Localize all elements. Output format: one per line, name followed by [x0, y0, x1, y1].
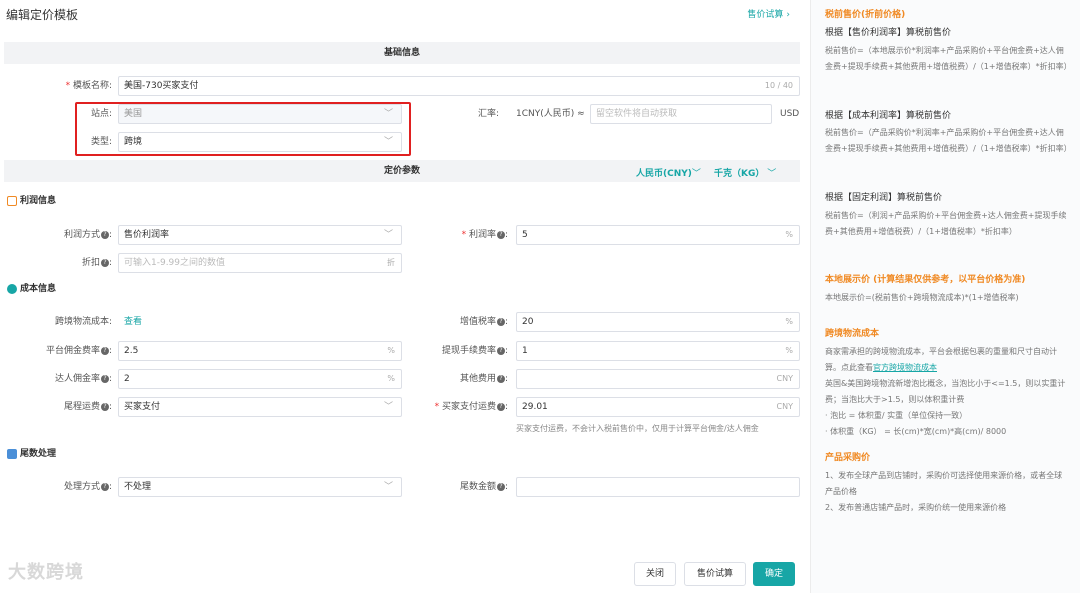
chevron-down-icon: ﹀ — [383, 402, 393, 412]
sidebar-title-pretax: 税前售价(折前价格) — [825, 10, 906, 20]
weight-unit-select[interactable]: 千克（KG） ﹀ — [714, 166, 776, 179]
chevron-down-icon: ﹀ — [383, 482, 393, 492]
help-icon: ? — [496, 346, 505, 355]
sidebar-heading-3: 根据【固定利润】算税前售价 — [825, 193, 943, 203]
rounding-amount-input[interactable] — [516, 477, 800, 497]
platform-fee-input[interactable]: 2.5% — [118, 341, 402, 361]
help-icon: ? — [496, 402, 505, 411]
official-logistics-link[interactable]: 官方跨境物流成本 — [873, 363, 937, 372]
page-title: 编辑定价模板 — [6, 8, 79, 22]
help-icon: ? — [496, 317, 505, 326]
sidebar-formula-local: 本地展示价=(税前售价+跨境物流成本)*(1+增值税率) — [825, 293, 1019, 302]
main-panel: 编辑定价模板 售价试算 › 基础信息 * 模板名称: 美国-730买家支付 10 /… — [0, 0, 808, 593]
discount-input[interactable]: 可输入1-9.99之间的数值折 — [118, 253, 402, 273]
logistics-cost-label: 跨境物流成本: — [54, 317, 112, 327]
profit-section-title: 利润信息 — [7, 194, 56, 208]
rounding-amount-label: 尾数金额?: — [459, 482, 508, 492]
last-mile-label: 尾程运费?: — [63, 402, 112, 412]
close-button[interactable]: 关闭 — [634, 562, 676, 586]
confirm-button[interactable]: 确定 — [753, 562, 795, 586]
sidebar-logistics-text: 商家需承担的跨境物流成本，平台会根据包裹的重量和尺寸自动计算。点此查看官方跨境物… — [825, 347, 1066, 436]
exchange-rate-text: 1CNY(人民币) ≈ — [516, 109, 585, 119]
price-trial-button[interactable]: 售价试算 — [684, 562, 746, 586]
buyer-shipping-input[interactable]: 29.01 CNY — [516, 397, 800, 417]
view-logistics-link[interactable]: 查看 — [124, 312, 142, 332]
sidebar-formula-1: 税前售价=（本地展示价*利润率+产品采购价+平台佣金费+达人佣金费+提现手续费+… — [825, 46, 1072, 71]
last-mile-select[interactable]: 买家支付 ﹀ — [118, 397, 402, 417]
withdraw-fee-input[interactable]: 1% — [516, 341, 800, 361]
rounding-section-title: 尾数处理 — [7, 447, 56, 461]
profit-method-label: 利润方式?: — [63, 230, 112, 240]
vat-input[interactable]: 20% — [516, 312, 800, 332]
other-fee-label: 其他费用?: — [459, 374, 508, 384]
price-trial-link-label: 售价试算 — [747, 10, 784, 20]
help-icon: ? — [496, 230, 505, 239]
profit-method-select[interactable]: 售价利润率 ﹀ — [118, 225, 402, 245]
basic-info-band: 基础信息 — [4, 42, 800, 64]
exchange-rate-input[interactable]: 留空软件将自动获取 — [590, 104, 772, 124]
profit-rate-label: * 利润率?: — [461, 230, 508, 240]
watermark: 大数跨境 — [8, 562, 84, 583]
influencer-rate-label: 达人佣金率?: — [54, 374, 112, 384]
help-icon: ? — [100, 374, 109, 383]
help-icon: ? — [100, 402, 109, 411]
other-fee-input[interactable]: CNY — [516, 369, 800, 389]
sidebar-title-local: 本地展示价 (计算结果仅供参考，以平台价格为准) — [825, 275, 1026, 285]
sidebar-title-purchase: 产品采购价 — [825, 453, 871, 463]
cost-icon — [7, 283, 17, 294]
template-name-label: * 模板名称: — [65, 81, 112, 91]
discount-label: 折扣?: — [81, 258, 112, 268]
cost-section-title: 成本信息 — [7, 282, 56, 296]
sidebar-heading-1: 根据【售价利润率】算税前售价 — [825, 28, 952, 38]
influencer-rate-input[interactable]: 2% — [118, 369, 402, 389]
help-icon: ? — [100, 482, 109, 491]
sidebar-formula-2: 税前售价=（产品采购价*利润率+产品采购价+平台佣金费+达人佣金费+提现手续费+… — [825, 128, 1072, 153]
char-counter: 10 / 40 — [764, 81, 793, 90]
sidebar-heading-2: 根据【成本利润率】算税前售价 — [825, 111, 952, 121]
help-icon: ? — [100, 346, 109, 355]
price-trial-link[interactable]: 售价试算 › — [747, 7, 790, 20]
withdraw-fee-label: 提现手续费率?: — [441, 346, 508, 356]
sidebar-purchase-text: 1、发布全球产品到店铺时，采购价可选择使用来源价格，或者全球产品价格 2、发布普通… — [825, 471, 1063, 512]
help-icon: ? — [100, 230, 109, 239]
currency-select[interactable]: 人民币(CNY)﹀ — [636, 166, 701, 179]
rounding-method-select[interactable]: 不处理 ﹀ — [118, 477, 402, 497]
sidebar-formula-3: 税前售价=（利润+产品采购价+平台佣金费+达人佣金费+提现手续费+其他费用+增值… — [825, 211, 1067, 236]
help-icon: ? — [496, 374, 505, 383]
help-sidebar: 税前售价(折前价格) 根据【售价利润率】算税前售价 税前售价=（本地展示价*利润… — [810, 0, 1080, 593]
chevron-right-icon: › — [786, 10, 790, 20]
profit-rate-input[interactable]: 5% — [516, 225, 800, 245]
vat-label: 增值税率?: — [459, 317, 508, 327]
rounding-method-label: 处理方式?: — [63, 482, 112, 492]
buyer-shipping-hint: 买家支付运费，不会计入税前售价中，仅用于计算平台佣金/达人佣金 — [516, 424, 759, 433]
buyer-shipping-label: * 买家支付运费?: — [434, 402, 508, 412]
chevron-down-icon: ﹀ — [383, 230, 393, 240]
exchange-rate-unit: USD — [780, 109, 800, 119]
platform-fee-label: 平台佣金费率?: — [45, 346, 112, 356]
help-icon: ? — [496, 482, 505, 491]
profit-icon — [7, 195, 17, 206]
highlight-box — [75, 102, 411, 156]
help-icon: ? — [100, 258, 109, 267]
template-name-input[interactable]: 美国-730买家支付 10 / 40 — [118, 76, 800, 96]
sidebar-title-logistics: 跨境物流成本 — [825, 329, 880, 339]
exchange-rate-label: 汇率: — [478, 109, 500, 119]
rounding-icon — [7, 448, 17, 459]
